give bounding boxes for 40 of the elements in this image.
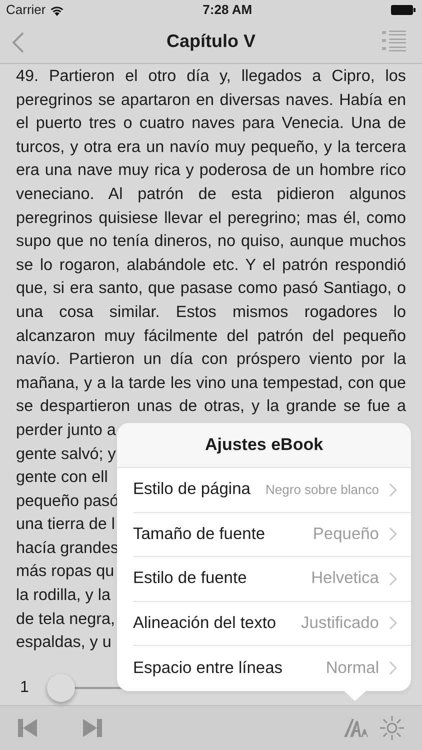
text-line: turcos, y otra era un navío muy pequeño, y la tercera — [16, 136, 406, 158]
text-line: supo que no tenía dineros, no quiso, aunque muchos — [16, 231, 406, 252]
popover-title: Ajustes eBook — [204, 434, 324, 456]
text-line: hacía grandes — [16, 538, 119, 559]
page-number: 1 — [20, 678, 29, 698]
setting-label: Alineación del texto — [133, 612, 276, 634]
text-line: que, si era santo, que pasase como pasó Santiago, o — [16, 278, 406, 300]
text-line: era una nave muy rica y poderosa de un hombre rico — [16, 160, 406, 182]
text-line: una tierra de l — [16, 514, 115, 536]
text-line: navío. Partieron un día con próspero viento por la — [16, 349, 406, 370]
setting-value: Pequeño — [312, 524, 379, 545]
setting-label: Tamaño de fuente — [133, 524, 266, 545]
text-line: una cosa similar. Estos mismos rogadores lo — [16, 302, 406, 323]
carrier-name: Carrier — [6, 1, 46, 20]
setting-label: Estilo de página — [133, 479, 250, 500]
chapter-title: Capítulo V — [166, 30, 256, 53]
text-line: se lo rogaron, alabándole etc. Y el patrón respondió — [16, 254, 406, 276]
setting-value: Helvetica — [311, 568, 379, 590]
text-line: pequeño pasó — [16, 490, 119, 512]
setting-label: Espacio entre líneas — [133, 658, 283, 679]
text-line: el puerto tres o cuatro naves para Venecia. Una de — [16, 113, 406, 134]
setting-value: Negro sobre blanco — [266, 481, 379, 499]
text-line: peregrinos se apartaron en diversas naves. Había en — [16, 90, 406, 111]
text-line: se despartieron unas de otras, y la grande se fue a — [16, 396, 406, 418]
setting-value: Justificado — [301, 612, 379, 634]
status-time: 7:28 AM — [202, 1, 252, 20]
text-line: 49. Partieron el otro día y, llegados a Cipro, los — [16, 66, 406, 87]
text-line: perder junto a — [16, 420, 116, 441]
text-line: espaldas, y u — [16, 632, 112, 654]
setting-label: Estilo de fuente — [133, 568, 247, 590]
text-line: gente salvó; y — [16, 444, 116, 464]
text-line: más ropas qu — [16, 561, 114, 582]
text-line: veneciano. Al patrón de esta pidieron algunos — [16, 184, 406, 205]
setting-value: Normal — [326, 658, 379, 679]
text-line: alcanzaron muy fácilmente del patrón del pequeño — [16, 326, 406, 347]
text-line: mañana, y a la tarde les vino una tempestad, con que — [16, 372, 406, 394]
text-line: peregrinos quisiese llevar el peregrino; mas él, como — [16, 208, 406, 229]
text-line: gente con ell — [16, 467, 108, 488]
text-line: la rodilla, y la — [16, 585, 110, 606]
text-line: de tela negra, — [16, 608, 115, 630]
